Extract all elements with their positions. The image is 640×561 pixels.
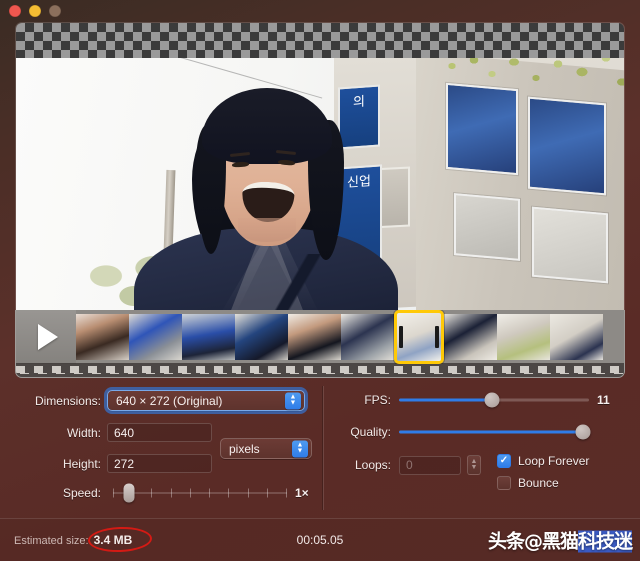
zoom-button[interactable]: [49, 5, 61, 17]
window-pane: [528, 97, 606, 196]
frame-thumbnail[interactable]: [550, 314, 603, 360]
app-window: 의 신업 5 08: [0, 0, 640, 561]
height-input[interactable]: 272: [107, 454, 212, 473]
units-row: pixels ▲▼: [220, 438, 312, 459]
loop-forever-checkbox[interactable]: ✓ Loop Forever: [497, 454, 589, 468]
height-label: Height:: [15, 457, 101, 471]
watermark: 头条@黑猫科技迷: [488, 527, 632, 554]
fps-row: FPS: 11: [339, 392, 609, 408]
estimated-size-group: Estimated size: 3.4 MB: [14, 533, 132, 547]
filmstrip-perforations: [16, 363, 624, 377]
loops-label: Loops:: [339, 458, 391, 472]
bounce-checkbox[interactable]: Bounce: [497, 476, 559, 490]
frame-thumbnail[interactable]: [76, 314, 129, 360]
height-value: 272: [114, 457, 134, 471]
speed-slider[interactable]: 1×: [113, 485, 287, 501]
check-icon: ✓: [500, 456, 508, 466]
loop-forever-row: ✓ Loop Forever: [497, 454, 589, 468]
fps-slider[interactable]: 11: [399, 392, 589, 408]
trim-handle-left[interactable]: [399, 326, 403, 348]
close-button[interactable]: [9, 5, 21, 17]
width-input[interactable]: 640: [107, 423, 212, 442]
loops-stepper[interactable]: ▲▼: [467, 455, 481, 475]
person-chin: [238, 218, 296, 242]
output-panel: FPS: 11 Quality:: [323, 386, 625, 510]
play-icon: [38, 324, 58, 350]
dimensions-row: Dimensions: 640 × 272 (Original) ▲▼: [15, 390, 323, 411]
titlebar: [0, 0, 640, 22]
fps-label: FPS:: [339, 393, 391, 407]
units-value: pixels: [229, 442, 260, 456]
watermark-prefix: 头条@黑猫: [488, 531, 578, 553]
quality-slider[interactable]: [399, 424, 589, 440]
checkbox-checked-icon[interactable]: ✓: [497, 454, 511, 468]
frame-thumbnail[interactable]: [341, 314, 394, 360]
quality-track: [399, 431, 589, 434]
frame-thumbnail[interactable]: [129, 314, 182, 360]
chevron-updown-icon[interactable]: ▲▼: [292, 440, 308, 457]
loop-forever-label: Loop Forever: [518, 454, 589, 468]
frame-thumbnails[interactable]: [76, 310, 624, 364]
duration-label: 00:05.05: [297, 533, 344, 547]
loops-value: 0: [406, 458, 413, 472]
chevron-updown-icon[interactable]: ▲▼: [285, 392, 301, 409]
trim-handle-right[interactable]: [435, 326, 439, 348]
quality-row: Quality:: [339, 424, 609, 440]
shop-sign-text: 의: [340, 95, 378, 111]
video-preview[interactable]: 의 신업 5 08: [16, 58, 624, 310]
dimensions-select[interactable]: 640 × 272 (Original) ▲▼: [107, 390, 305, 411]
quality-label: Quality:: [339, 425, 391, 439]
frame-thumbnail[interactable]: [182, 314, 235, 360]
bounce-label: Bounce: [518, 476, 559, 490]
loops-input[interactable]: 0: [399, 456, 461, 475]
frame-thumbnail[interactable]: [288, 314, 341, 360]
frame-thumbnail[interactable]: [444, 314, 497, 360]
preview-area[interactable]: 의 신업 5 08: [15, 22, 625, 310]
window-pane: [532, 207, 608, 284]
minimize-button[interactable]: [29, 5, 41, 17]
dimensions-value: 640 × 272 (Original): [116, 394, 222, 408]
filmstrip[interactable]: [15, 310, 625, 378]
frame-thumbnail[interactable]: [497, 314, 550, 360]
estimated-size-value: 3.4 MB: [94, 533, 133, 547]
speed-label: Speed:: [15, 486, 101, 500]
frame-thumbnail-selected[interactable]: [394, 310, 444, 364]
speed-row: Speed: 1×: [15, 485, 323, 501]
fps-value: 11: [597, 393, 610, 407]
play-button[interactable]: [16, 310, 76, 364]
speed-ticks: [113, 489, 287, 498]
checkbox-unchecked-icon[interactable]: [497, 476, 511, 490]
person-strap: [248, 254, 344, 310]
watermark-highlight: 科技迷: [578, 531, 632, 553]
width-label: Width:: [15, 426, 101, 440]
shop-sign: 의: [338, 85, 380, 150]
quality-fill: [399, 431, 583, 434]
dimensions-label: Dimensions:: [15, 394, 101, 408]
fps-knob[interactable]: [485, 393, 500, 408]
speed-value: 1×: [295, 486, 309, 500]
units-select[interactable]: pixels ▲▼: [220, 438, 312, 459]
frame-thumbnail[interactable]: [235, 314, 288, 360]
fps-fill: [399, 399, 492, 402]
quality-knob[interactable]: [576, 425, 591, 440]
speed-knob[interactable]: [123, 484, 134, 503]
estimated-size-label: Estimated size:: [14, 535, 89, 547]
size-panel: Dimensions: 640 × 272 (Original) ▲▼ Widt…: [15, 386, 323, 510]
loops-row: Loops: 0 ▲▼: [339, 455, 481, 475]
shop-sign-text: 신업: [338, 175, 380, 192]
window-pane: [454, 193, 520, 261]
control-panels: Dimensions: 640 × 272 (Original) ▲▼ Widt…: [15, 386, 625, 510]
width-value: 640: [114, 426, 134, 440]
bounce-row: Bounce: [497, 476, 559, 490]
status-bar: Estimated size: 3.4 MB 00:05.05 头条@黑猫科技迷: [0, 518, 640, 561]
window-pane: [446, 83, 518, 175]
